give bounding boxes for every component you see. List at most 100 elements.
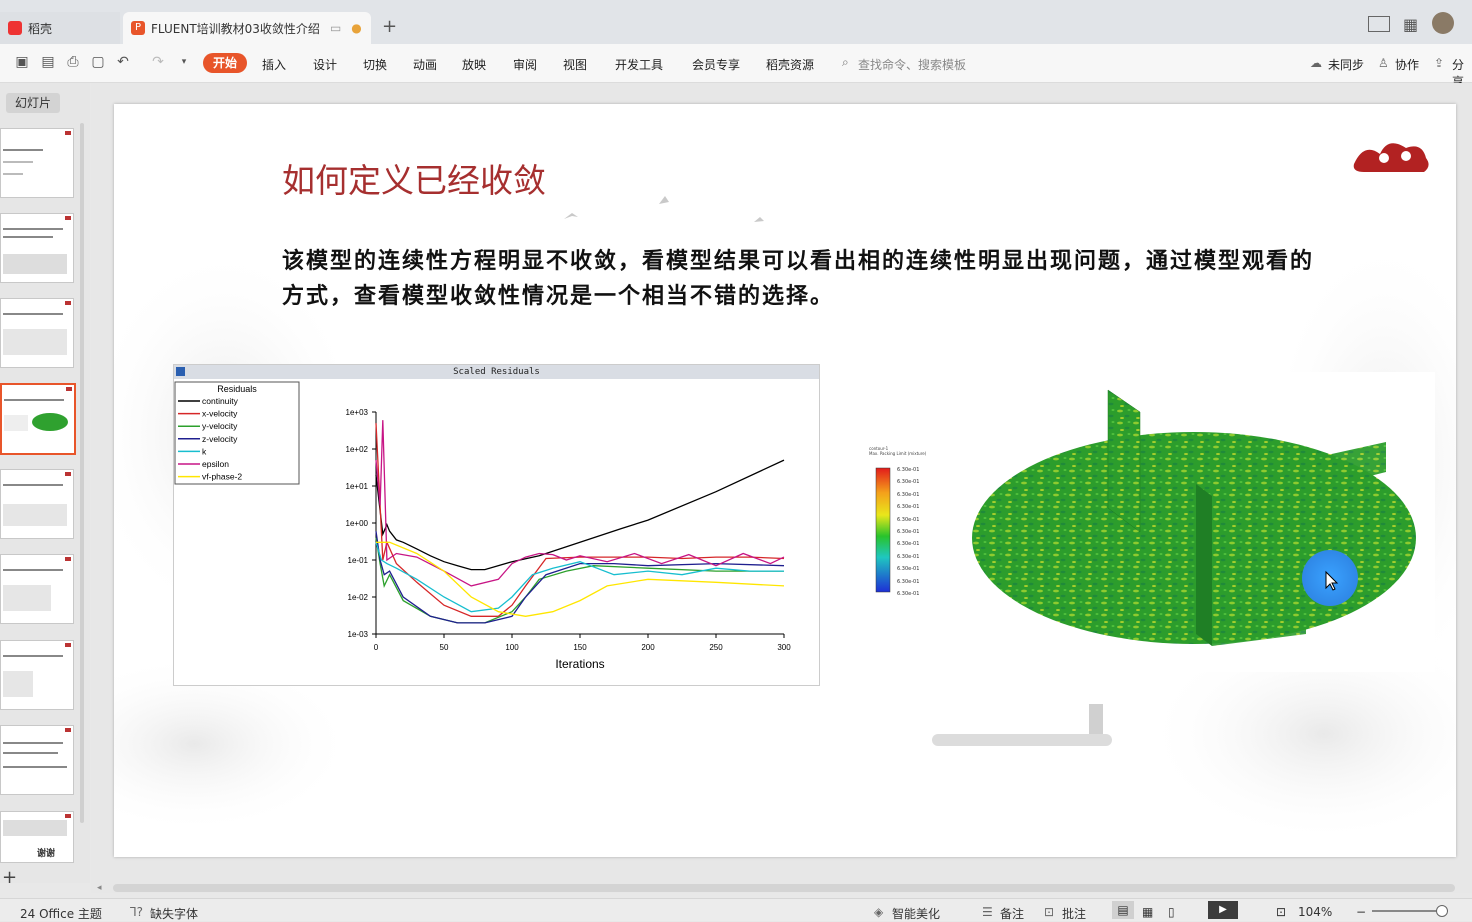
scroll-thumb[interactable] <box>113 884 1455 892</box>
chart-title: Scaled Residuals <box>174 365 819 379</box>
legend-value: 6.30e-01 <box>897 491 920 498</box>
slide-thumbnail-5[interactable] <box>0 469 74 539</box>
print-preview-icon[interactable]: ▢ <box>90 54 106 70</box>
series-line-y-velocity <box>375 537 784 624</box>
slide[interactable]: 如何定义已经收敛 该模型的连续性方程明显不收敛，看模型结果可以看出相的连续性明显… <box>114 104 1456 857</box>
comments-button[interactable]: 批注 <box>1062 905 1086 922</box>
slide-thumbnail-3[interactable] <box>0 298 74 368</box>
notes-icon: ☰ <box>982 905 993 919</box>
zoom-out-icon[interactable]: − <box>1356 905 1366 919</box>
user-icon: ♙ <box>1378 56 1389 70</box>
y-tick-label: 1e-01 <box>348 556 369 565</box>
docer-logo-icon <box>8 21 22 35</box>
reading-view-icon[interactable]: ▯ <box>1168 905 1175 919</box>
slide-thumbnail-6[interactable] <box>0 554 74 624</box>
slides-tab[interactable]: 幻灯片 <box>6 93 60 113</box>
series-line-vf-phase-2 <box>376 541 785 617</box>
more-dropdown-icon[interactable]: ▾ <box>176 54 192 70</box>
avatar[interactable] <box>1432 12 1454 34</box>
x-tick-label: 100 <box>505 643 519 652</box>
fit-window-icon[interactable]: ⊡ <box>1276 905 1286 919</box>
slide-body-text[interactable]: 该模型的连续性方程明显不收敛，看模型结果可以看出相的连续性明显出现问题，通过模型… <box>282 244 1322 314</box>
menu-transition[interactable]: 切换 <box>363 56 387 73</box>
comment-icon: ⊡ <box>1044 905 1055 919</box>
play-slideshow-button[interactable]: ▶ <box>1208 901 1238 919</box>
menu-animation[interactable]: 动画 <box>413 56 437 73</box>
thumbnail-scrollbar[interactable] <box>80 123 84 823</box>
tab-document[interactable]: P FLUENT培训教材03收敛性介绍 ▭ ● <box>123 12 371 44</box>
legend-value: 6.30e-01 <box>897 591 920 597</box>
legend-value: 6.30e-01 <box>897 566 920 573</box>
x-tick-label: 150 <box>573 643 587 652</box>
slide-thumbnail-8[interactable] <box>0 725 74 795</box>
add-slide-button[interactable]: + <box>2 867 17 888</box>
contour-plot-image[interactable]: contour-1 Max. Packing Limit (mixture) 6… <box>860 372 1435 672</box>
slide-thumbnail-2[interactable] <box>0 213 74 283</box>
missing-font-button[interactable]: 缺失字体 <box>150 905 198 922</box>
undo-icon[interactable]: ↶ <box>115 54 131 70</box>
legend-entry: epsilon <box>202 459 229 469</box>
scroll-left-arrow[interactable]: ◂ <box>97 883 102 893</box>
slide-thumbnail-9[interactable]: 谢谢 <box>0 811 74 863</box>
presentation-icon: P <box>131 21 145 35</box>
menu-view[interactable]: 视图 <box>563 56 587 73</box>
tab-home-label: 稻壳 <box>28 21 53 36</box>
cloud-icon: ☁ <box>1310 56 1322 70</box>
horizontal-scrollbar[interactable]: ◂ <box>91 883 1472 893</box>
contour-graphic <box>875 389 1416 646</box>
notes-button[interactable]: 备注 <box>1000 905 1024 922</box>
normal-view-icon[interactable]: ▤ <box>1112 901 1134 919</box>
y-tick-label: 1e+00 <box>346 519 369 528</box>
legend-title: Residuals <box>217 384 257 394</box>
menu-start[interactable]: 开始 <box>203 53 247 73</box>
menu-slideshow[interactable]: 放映 <box>462 56 486 73</box>
print-icon[interactable]: ⎙ <box>65 54 81 70</box>
slide-thumbnail-1[interactable] <box>0 128 74 198</box>
new-tab-button[interactable]: + <box>382 16 397 37</box>
slide-thumbnail-4-selected[interactable] <box>0 383 76 455</box>
residuals-plot-image[interactable]: Scaled Residuals 1e+03 1e+02 1e+01 1e+00 1e-… <box>173 364 820 686</box>
x-tick-label: 200 <box>641 643 655 652</box>
residuals-chart: 1e+03 1e+02 1e+01 1e+00 1e-01 1e-02 1e-03 0 50 10… <box>174 381 791 671</box>
auspicious-cloud-icon <box>1353 143 1429 172</box>
sorter-view-icon[interactable]: ▦ <box>1142 905 1153 919</box>
collaborate-button[interactable]: 协作 <box>1395 56 1419 73</box>
beautify-icon: ◈ <box>874 905 884 919</box>
menu-insert[interactable]: 插入 <box>262 56 286 73</box>
command-search-input[interactable]: 查找命令、搜索模板 <box>858 56 966 73</box>
slide-thumbnail-7[interactable] <box>0 640 74 710</box>
y-tick-label: 1e-02 <box>348 593 369 602</box>
x-tick-label: 250 <box>709 643 723 652</box>
export-icon[interactable]: ▤ <box>40 54 56 70</box>
legend-value: 6.30e-01 <box>897 479 920 486</box>
menu-design[interactable]: 设计 <box>313 56 337 73</box>
redo-icon[interactable]: ↷ <box>150 54 166 70</box>
fluent-window-icon <box>176 367 185 376</box>
tab-document-label: FLUENT培训教材03收敛性介绍 <box>151 21 320 36</box>
legend-entry: vf-phase-2 <box>202 472 242 482</box>
smart-beautify-button[interactable]: 智能美化 <box>892 905 940 922</box>
menu-member[interactable]: 会员专享 <box>692 56 740 73</box>
save-icon[interactable]: ▣ <box>14 54 30 70</box>
tab-home[interactable]: 稻壳 <box>0 12 120 44</box>
menu-docer-resources[interactable]: 稻壳资源 <box>766 56 814 73</box>
series-line-continuity <box>375 459 785 571</box>
thumbnail-label: 谢谢 <box>37 849 56 859</box>
layout-icon[interactable] <box>1368 16 1390 32</box>
legend-entry: x-velocity <box>202 409 238 419</box>
theme-name[interactable]: 24 Office 主题 <box>20 905 102 922</box>
apps-grid-icon[interactable]: ▦ <box>1403 15 1418 34</box>
slide-title[interactable]: 如何定义已经收敛 <box>282 154 546 202</box>
missing-font-icon: Ꞁ? <box>130 905 144 919</box>
search-icon: ⌕ <box>842 55 849 69</box>
menu-review[interactable]: 审阅 <box>513 56 537 73</box>
sync-status[interactable]: 未同步 <box>1328 56 1364 73</box>
legend-value: 6.30e-01 <box>897 529 920 535</box>
legend-entry: y-velocity <box>202 421 238 431</box>
legend-value: 6.30e-01 <box>897 504 920 511</box>
menu-developer[interactable]: 开发工具 <box>615 56 663 73</box>
zoom-level[interactable]: 104% <box>1298 905 1332 919</box>
window-icon[interactable]: ▭ <box>330 21 341 35</box>
x-tick-label: 0 <box>374 643 379 652</box>
zoom-slider-handle[interactable] <box>1436 905 1448 917</box>
